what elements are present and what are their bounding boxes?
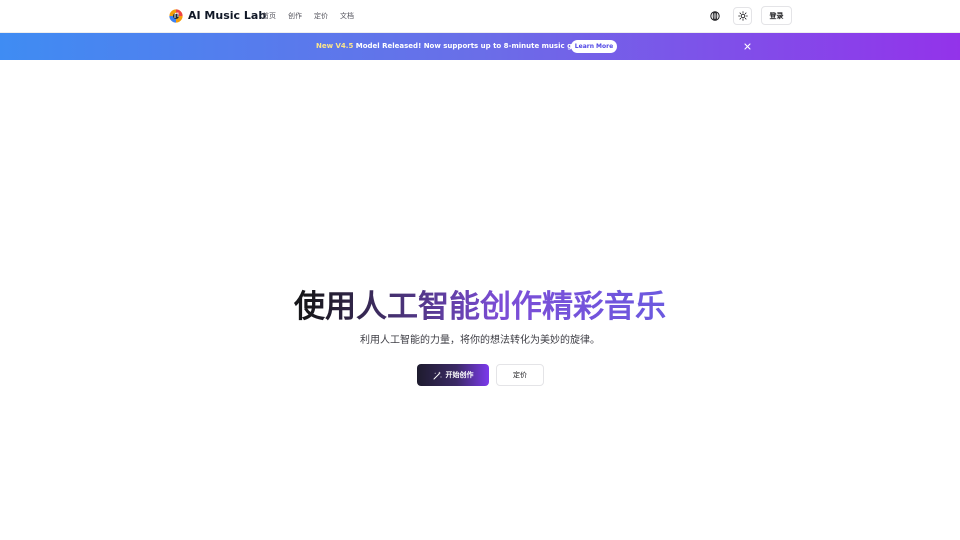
logo-icon [169,9,183,23]
theme-toggle-button[interactable] [733,7,752,25]
sun-icon [737,11,748,21]
announcement-text: New V4.5 Model Released! Now supports up… [316,41,610,52]
nav-home[interactable]: 首页 [262,10,276,22]
nav-create[interactable]: 创作 [288,10,302,22]
hero-subtitle: 利用人工智能的力量，将你的想法转化为美妙的旋律。 [360,335,600,346]
brand[interactable]: AI Music Lab [169,8,266,24]
nav-pricing[interactable]: 定价 [314,10,328,22]
brand-name: AI Music Lab [188,9,267,22]
hero-title: 使用人工智能创作精彩音乐 [0,286,960,328]
language-button[interactable] [706,7,724,25]
login-button[interactable]: 登录 [761,6,792,25]
announcement-banner: New V4.5 Model Released! Now supports up… [0,33,960,60]
close-icon [744,43,751,50]
pricing-button[interactable]: 定价 [496,364,544,386]
start-creating-button[interactable]: 开始创作 [417,364,489,386]
magic-wand-icon [433,371,442,380]
main-nav: 首页 创作 定价 文档 [262,10,366,22]
nav-docs[interactable]: 文档 [340,10,354,22]
start-creating-label: 开始创作 [445,371,474,379]
learn-more-button[interactable]: Learn More [571,40,617,53]
site-header: AI Music Lab 首页 创作 定价 文档 登录 [0,0,960,33]
globe-icon [710,11,720,21]
announcement-highlight: New V4.5 [316,42,354,50]
banner-close-button[interactable] [742,41,753,52]
